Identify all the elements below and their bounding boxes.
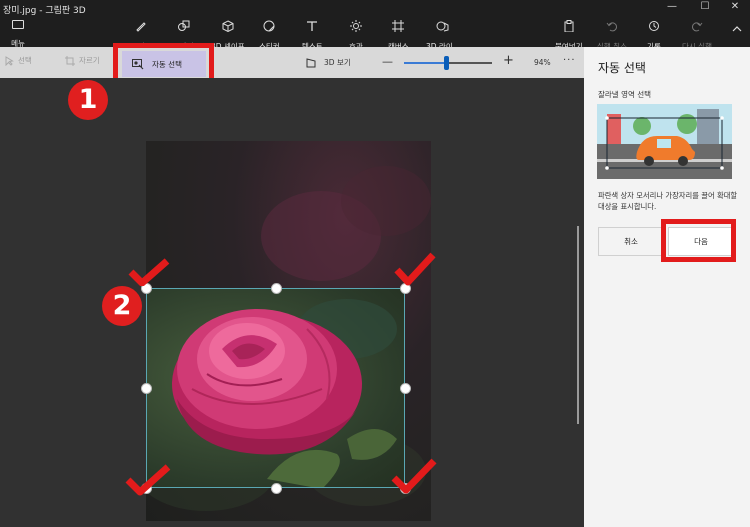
zoom-slider-fill bbox=[404, 62, 447, 64]
crop-handle-right[interactable] bbox=[400, 383, 411, 394]
crop-label: 자르기 bbox=[79, 56, 100, 65]
canvas-icon bbox=[392, 20, 405, 32]
annotation-box-next bbox=[661, 219, 736, 262]
select-tool[interactable]: 선택 bbox=[5, 55, 32, 67]
text-icon bbox=[307, 21, 318, 31]
top-toolbar: 장미.jpg - 그림판 3D — ☐ ✕ 메뉴 브러시 2D 셰이프 3D 셰… bbox=[0, 0, 750, 51]
redo-icon bbox=[692, 22, 703, 32]
panel-subtitle: 잘라낼 영역 선택 bbox=[598, 90, 652, 99]
rose-flower bbox=[172, 299, 397, 487]
cancel-button[interactable]: 취소 bbox=[598, 227, 664, 256]
crop-icon bbox=[65, 56, 75, 66]
view-3d-icon bbox=[306, 58, 316, 68]
panel-title: 자동 선택 bbox=[598, 61, 646, 75]
collapse-ribbon-icon[interactable] bbox=[732, 24, 742, 34]
annotation-step-2: 2 bbox=[102, 286, 142, 326]
zoom-slider[interactable] bbox=[404, 56, 492, 70]
menu-button[interactable]: 메뉴 bbox=[4, 20, 32, 50]
crop-selection-box[interactable] bbox=[146, 288, 405, 488]
history-icon bbox=[648, 21, 659, 31]
check-mark-icon bbox=[391, 458, 437, 494]
zoom-out-button[interactable]: — bbox=[382, 55, 393, 68]
effects-icon bbox=[349, 20, 362, 32]
more-options-button[interactable]: ··· bbox=[563, 55, 576, 66]
window-title: 장미.jpg - 그림판 3D bbox=[3, 6, 86, 16]
check-mark-icon bbox=[128, 258, 170, 286]
crop-handle-top[interactable] bbox=[271, 283, 282, 294]
view-3d-label: 3D 보기 bbox=[324, 58, 351, 67]
crop-handle-bottom[interactable] bbox=[271, 483, 282, 494]
select-label: 선택 bbox=[18, 56, 32, 65]
crop-tool[interactable]: 자르기 bbox=[65, 55, 100, 66]
zoom-percent: 94% bbox=[534, 58, 551, 67]
brush-icon bbox=[136, 22, 147, 32]
library-3d-icon bbox=[436, 21, 449, 32]
check-mark-icon bbox=[125, 464, 171, 496]
undo-icon bbox=[606, 22, 617, 32]
preview-illustration bbox=[597, 104, 732, 179]
crop-handle-left[interactable] bbox=[141, 383, 152, 394]
cube-icon bbox=[222, 20, 234, 32]
shapes-2d-icon bbox=[177, 20, 190, 31]
minimize-button[interactable]: — bbox=[657, 0, 687, 16]
panel-description: 파란색 상자 모서리나 가장자리를 끌어 확대할 대상을 표시합니다. bbox=[598, 191, 738, 211]
vertical-scrollbar[interactable] bbox=[577, 226, 579, 424]
check-mark-icon bbox=[394, 252, 436, 286]
maximize-button[interactable]: ☐ bbox=[690, 0, 720, 16]
pointer-icon bbox=[5, 56, 14, 67]
zoom-slider-thumb[interactable] bbox=[444, 56, 450, 70]
sub-toolbar: 선택 자르기 3D 보기 — + 94% ··· bbox=[0, 47, 584, 78]
close-button[interactable]: ✕ bbox=[720, 0, 750, 16]
view-3d-toggle[interactable]: 3D 보기 bbox=[306, 57, 351, 68]
zoom-in-button[interactable]: + bbox=[503, 53, 514, 68]
sticker-icon bbox=[263, 20, 275, 32]
folder-icon bbox=[12, 20, 24, 29]
annotation-step-1: 1 bbox=[68, 80, 108, 120]
paste-icon bbox=[564, 20, 574, 32]
car-illustration-icon bbox=[597, 104, 732, 179]
auto-select-panel: 자동 선택 잘라낼 영역 선택 파란색 상자 모서리나 가장자리를 끌어 확대할… bbox=[584, 47, 750, 527]
